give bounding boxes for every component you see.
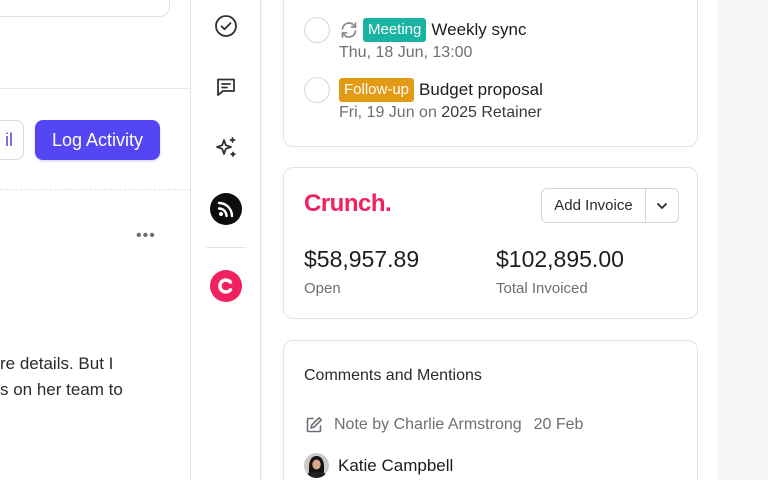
comments-title: Comments and Mentions <box>304 367 482 384</box>
activity-panel: il Log Activity ••• re details. But I s … <box>0 0 191 480</box>
add-invoice-split-button: Add Invoice <box>541 188 679 223</box>
task-date: Thu, 18 Jun, 13:00 <box>339 44 473 61</box>
activity-text-line: re details. But I <box>0 354 114 373</box>
chevron-down-icon[interactable] <box>646 189 678 222</box>
open-label: Open <box>304 280 341 297</box>
total-invoiced-stat: $102,895.00 Total Invoiced <box>496 244 624 297</box>
comment-author-name[interactable]: Katie Campbell <box>338 456 453 476</box>
task-date: Fri, 19 Jun on 2025 Retainer <box>339 104 542 122</box>
task-title[interactable]: Weekly sync <box>431 20 526 40</box>
top-card <box>0 0 170 17</box>
check-circle-icon[interactable] <box>210 10 242 42</box>
email-button[interactable]: il <box>0 120 24 160</box>
task-date-connector: on <box>419 104 437 121</box>
task-title[interactable]: Budget proposal <box>419 80 543 100</box>
log-activity-button[interactable]: Log Activity <box>35 120 160 160</box>
note-date: 20 Feb <box>533 416 584 433</box>
comments-card: Comments and Mentions Note by Charlie Ar… <box>283 340 698 480</box>
edit-note-icon <box>304 415 324 435</box>
comment-author-row: Katie Campbell <box>304 453 453 478</box>
app-rail <box>191 0 261 480</box>
divider <box>0 88 190 89</box>
sidebar-panel: Meeting Weekly sync Thu, 18 Jun, 13:00 F… <box>262 0 718 480</box>
crunch-logo: Crunch. <box>304 190 392 217</box>
total-invoiced-label: Total Invoiced <box>496 280 588 297</box>
dashed-divider <box>0 189 190 190</box>
note-author: Note by Charlie Armstrong <box>334 416 522 433</box>
task-checkbox[interactable] <box>304 77 330 103</box>
open-amount: $58,957.89 <box>304 246 420 272</box>
activity-text-line: s on her team to <box>0 380 123 399</box>
note-item[interactable]: Note by Charlie Armstrong 20 Feb <box>304 415 583 435</box>
crunch-app-icon[interactable] <box>210 270 242 302</box>
message-icon[interactable] <box>210 71 242 103</box>
tasks-card: Meeting Weekly sync Thu, 18 Jun, 13:00 F… <box>283 0 698 147</box>
open-stat: $58,957.89 Open <box>304 244 419 297</box>
sparkles-icon[interactable] <box>210 132 242 164</box>
avatar <box>304 453 329 478</box>
recurring-icon <box>339 20 359 40</box>
task-date-text: Fri, 19 Jun <box>339 104 415 121</box>
task-type-badge: Follow-up <box>339 78 415 102</box>
rail-separator <box>206 247 246 248</box>
task-type-badge: Meeting <box>363 18 427 42</box>
total-invoiced-amount: $102,895.00 <box>496 246 624 272</box>
more-options-icon[interactable]: ••• <box>136 226 156 246</box>
task-checkbox[interactable] <box>304 17 330 43</box>
rss-icon[interactable] <box>210 193 242 225</box>
crunch-card: Crunch. Add Invoice $58,957.89 Open $102… <box>283 167 698 319</box>
task-related-record[interactable]: 2025 Retainer <box>441 104 542 121</box>
add-invoice-button[interactable]: Add Invoice <box>542 189 646 222</box>
